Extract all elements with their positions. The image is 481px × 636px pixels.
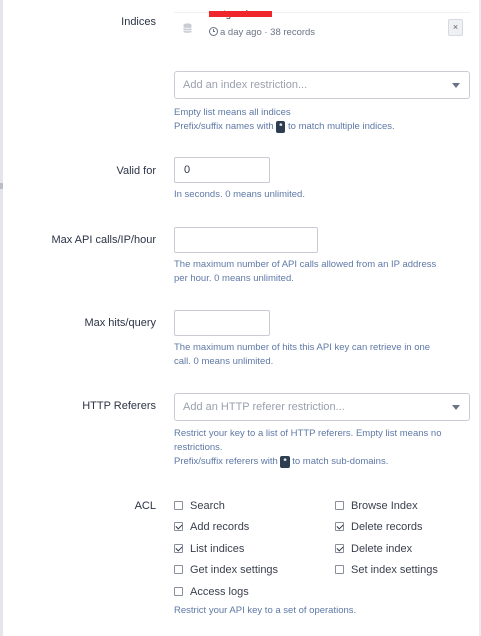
acl-checkbox[interactable] xyxy=(174,501,183,510)
acl-label: ACL xyxy=(134,500,156,512)
max-hits-input[interactable] xyxy=(174,310,270,336)
chevron-down-icon[interactable] xyxy=(452,83,460,88)
http-referers-label: HTTP Referers xyxy=(82,400,156,412)
acl-checkbox[interactable] xyxy=(335,501,344,510)
max-hits-label: Max hits/query xyxy=(84,317,156,329)
valid-for-input[interactable]: 0 xyxy=(174,157,270,183)
max-hits-help: The maximum number of hits this API key … xyxy=(174,342,431,367)
api-key-form: Indices rooigundo a day ago · 38 records… xyxy=(0,0,481,636)
acl-option-label: Delete index xyxy=(351,543,413,555)
wildcard-key: * xyxy=(280,456,290,468)
acl-help: Restrict your API key to a set of operat… xyxy=(174,605,357,616)
http-referers-help: Restrict your key to a list of HTTP refe… xyxy=(174,428,442,468)
http-referer-select[interactable]: Add an HTTP referer restriction... xyxy=(174,393,470,421)
max-api-calls-help: The maximum number of API calls allowed … xyxy=(174,259,437,284)
clock-icon xyxy=(209,27,218,36)
acl-option-label: List indices xyxy=(190,543,245,555)
index-restriction-placeholder: Add an index restriction... xyxy=(183,79,308,91)
acl-checkbox[interactable] xyxy=(174,544,183,553)
redaction-bar xyxy=(209,11,272,17)
selected-index-card: rooigundo a day ago · 38 records xyxy=(174,10,470,52)
acl-option-label: Add records xyxy=(190,521,250,533)
valid-for-label: Valid for xyxy=(116,165,156,177)
valid-for-help: In seconds. 0 means unlimited. xyxy=(174,189,305,200)
acl-checkbox[interactable] xyxy=(335,522,344,531)
acl-option-label: Access logs xyxy=(190,586,249,598)
acl-option-label: Delete records xyxy=(351,521,423,533)
wildcard-key: * xyxy=(276,121,286,133)
acl-checkbox[interactable] xyxy=(335,544,344,553)
index-record-count: · 38 records xyxy=(264,27,316,38)
acl-option-label: Search xyxy=(190,500,225,512)
acl-checkbox[interactable] xyxy=(174,522,183,531)
index-updated: a day ago xyxy=(220,27,262,38)
http-referer-placeholder: Add an HTTP referer restriction... xyxy=(183,401,345,413)
acl-checkbox[interactable] xyxy=(335,565,344,574)
indices-help-line2: Prefix/suffix names with * to match mult… xyxy=(174,121,395,133)
max-api-calls-input[interactable] xyxy=(174,227,318,253)
max-api-calls-label: Max API calls/IP/hour xyxy=(51,234,156,246)
chevron-down-icon[interactable] xyxy=(452,405,460,410)
database-icon xyxy=(183,23,192,33)
acl-checkbox[interactable] xyxy=(174,565,183,574)
indices-label: Indices xyxy=(121,16,156,28)
acl-option-label: Browse Index xyxy=(351,500,418,512)
indices-help-line1: Empty list means all indices xyxy=(174,107,291,118)
remove-index-button[interactable]: × xyxy=(448,19,463,36)
indices-help: Empty list means all indices Prefix/suff… xyxy=(174,106,395,134)
index-meta: a day ago · 38 records xyxy=(209,27,315,38)
acl-option-label: Get index settings xyxy=(190,564,279,576)
acl-option-label: Set index settings xyxy=(351,564,438,576)
acl-checkbox[interactable] xyxy=(174,587,183,596)
index-restriction-select[interactable]: Add an index restriction... xyxy=(174,71,470,99)
